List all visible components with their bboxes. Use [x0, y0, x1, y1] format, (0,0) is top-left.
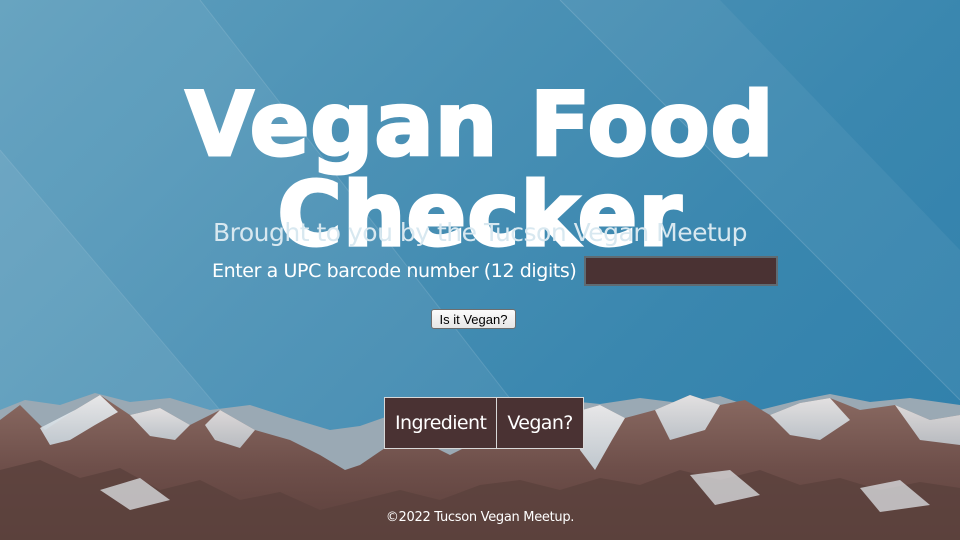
upc-input-label: Enter a UPC barcode number (12 digits)	[212, 260, 577, 282]
subtitle: Brought to you by the Tucson Vegan Meetu…	[212, 218, 748, 247]
footer-copyright: ©2022 Tucson Vegan Meetup.	[385, 510, 575, 525]
page-title-line-1: Vegan Food	[184, 72, 775, 176]
upc-form-row: Enter a UPC barcode number (12 digits)	[212, 254, 779, 288]
results-header-row: Ingredient Vegan?	[383, 397, 584, 449]
is-it-vegan-button[interactable]: Is it Vegan?	[431, 309, 516, 329]
upc-input[interactable]	[584, 256, 779, 286]
column-header-vegan: Vegan?	[496, 397, 584, 449]
results-table: Ingredient Vegan?	[383, 397, 584, 449]
column-header-ingredient: Ingredient	[383, 397, 498, 449]
